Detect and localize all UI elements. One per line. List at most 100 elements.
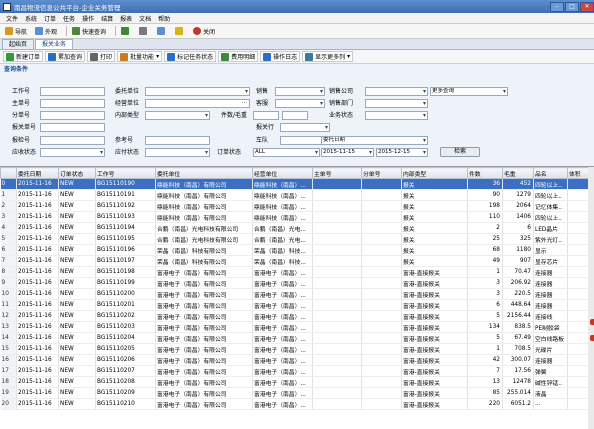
menu-help[interactable]: 帮助: [158, 14, 170, 23]
column-header[interactable]: 委托日期: [16, 167, 59, 179]
table-cell: 67.49: [502, 332, 534, 344]
column-header[interactable]: 委托单位: [155, 167, 253, 179]
show-more-columns-button[interactable]: 显示更多列 ▾: [302, 51, 354, 62]
mark-task-status-button[interactable]: 标记任务状态: [164, 51, 217, 62]
table-row[interactable]: 8 2015-11-16 NEW BG15110198 富港电子（南昌）有限公司 富港电子…: [0, 266, 594, 278]
sub-no-input[interactable]: [40, 111, 105, 120]
menu-settlement[interactable]: 结算: [101, 14, 113, 23]
close-button[interactable]: 关闭: [191, 25, 217, 37]
table-row[interactable]: 4 2015-11-16 NEW BG15110194 合鹏（南昌）光电科技有限公司 合鹏…: [0, 222, 594, 234]
paste-icon: [175, 27, 184, 35]
window-close-icon[interactable]: ✕: [580, 1, 594, 12]
link-tool-button[interactable]: [119, 25, 133, 37]
maximize-icon[interactable]: □: [565, 1, 579, 12]
inspection-no-input[interactable]: [40, 136, 105, 145]
table-cell: NEW: [58, 398, 96, 410]
menu-system[interactable]: 系统: [25, 14, 37, 23]
payable-status-select[interactable]: [145, 148, 210, 157]
customs-line-select[interactable]: [280, 123, 330, 132]
table-row[interactable]: 10 2015-11-16 NEW BG15110200 富港电子（南昌）有限公司 富港电…: [0, 288, 594, 300]
menu-report[interactable]: 报表: [120, 14, 132, 23]
print-button[interactable]: 打印: [87, 51, 116, 62]
internal-type-select[interactable]: [145, 111, 210, 120]
receivable-status-select[interactable]: [40, 148, 105, 157]
table-row[interactable]: 16 2015-11-16 NEW BG15110206 富港电子（南昌）有限公司 富港电…: [0, 354, 594, 366]
customer-service-select[interactable]: [275, 99, 325, 108]
table-row[interactable]: 15 2015-11-16 NEW BG15110205 富港电子（南昌）有限公司 富港电…: [0, 343, 594, 355]
order-status-select[interactable]: ALL: [253, 148, 320, 157]
copy-tool-button[interactable]: [155, 25, 169, 37]
table-row[interactable]: 6 2015-11-16 NEW BG15110196 荣晶（南昌）科技有限公司 荣晶（南…: [0, 244, 594, 256]
menu-document[interactable]: 文档: [139, 14, 151, 23]
column-header[interactable]: 内部类型: [401, 167, 468, 179]
column-header[interactable]: 分单号: [361, 167, 402, 179]
column-header[interactable]: [0, 167, 17, 179]
sales-dept-select[interactable]: [365, 99, 428, 108]
column-header[interactable]: 件数: [467, 167, 503, 179]
table-row[interactable]: 9 2015-11-16 NEW BG15110199 富港电子（南昌）有限公司 富港电子…: [0, 277, 594, 289]
column-header[interactable]: 经营单位: [252, 167, 313, 179]
table-row[interactable]: 1 2015-11-16 NEW BG15110191 鼎能科技（南昌）有限公司 鼎能科技…: [0, 189, 594, 201]
table-row[interactable]: 13 2015-11-16 NEW BG15110203 富港电子（南昌）有限公司 富港电…: [0, 321, 594, 333]
table-row[interactable]: 3 2015-11-16 NEW BG15110193 鼎能科技（南昌）有限公司 鼎能科技…: [0, 211, 594, 223]
appearance-button[interactable]: 外观: [33, 25, 59, 37]
operation-log-button[interactable]: 操作日志: [260, 51, 301, 62]
table-row[interactable]: 20 2015-11-16 NEW BG15110210 富港电子（南昌）有限公司 富港电…: [0, 398, 594, 410]
batch-function-button[interactable]: 批量功能 ▾: [117, 51, 163, 62]
tab-start-page[interactable]: 起始页: [2, 39, 35, 49]
paste-tool-button[interactable]: [173, 25, 187, 37]
table-cell: 报关: [401, 178, 468, 190]
column-header[interactable]: 品名: [533, 167, 568, 179]
menu-task[interactable]: 任务: [63, 14, 75, 23]
operator-unit-input[interactable]: ···: [145, 99, 250, 108]
table-row[interactable]: 17 2015-11-16 NEW BG15110207 富港电子（南昌）有限公司 富港电…: [0, 365, 594, 377]
date-from-picker[interactable]: 2015-11-15: [321, 148, 374, 157]
fee-detail-button[interactable]: 费用明细: [218, 51, 259, 62]
date-to-picker[interactable]: 2015-12-15: [376, 148, 428, 157]
table-cell: [361, 321, 402, 333]
minimize-icon[interactable]: –: [550, 1, 564, 12]
customs-no-input[interactable]: [40, 123, 105, 132]
column-header[interactable]: 订单状态: [58, 167, 96, 179]
table-row[interactable]: 14 2015-11-16 NEW BG15110204 富港电子（南昌）有限公司 富港电…: [0, 332, 594, 344]
table-row[interactable]: 2 2015-11-16 NEW BG15110192 鼎能科技（南昌）有限公司 鼎能科技…: [0, 200, 594, 212]
column-header[interactable]: 工作号: [95, 167, 156, 179]
table-cell: 富港电子（南昌）...: [252, 277, 313, 289]
work-no-input[interactable]: [40, 87, 105, 96]
table-row[interactable]: 11 2015-11-16 NEW BG15110201 富港电子（南昌）有限公司 富港电…: [0, 299, 594, 311]
pieces-input[interactable]: [253, 111, 279, 120]
navigate-button[interactable]: 导航: [3, 25, 29, 37]
column-header[interactable]: 毛重: [502, 167, 534, 179]
business-status-select[interactable]: [365, 111, 428, 120]
menu-order[interactable]: 订单: [44, 14, 56, 23]
menu-operation[interactable]: 操作: [82, 14, 94, 23]
sales-label: 销售: [256, 88, 269, 95]
table-cell: 5: [467, 332, 503, 344]
column-header[interactable]: 主单号: [312, 167, 362, 179]
vertical-scrollbar[interactable]: [588, 167, 594, 429]
ref-no-input[interactable]: [145, 136, 210, 145]
more-query-select[interactable]: 更多查询: [430, 87, 508, 96]
table-row[interactable]: 0 2015-11-16 NEW BG15110190 鼎能科技（南昌）有限公司 鼎能科技…: [0, 178, 594, 190]
quick-search-button[interactable]: 快速查询: [70, 25, 108, 37]
menu-file[interactable]: 文件: [6, 14, 18, 23]
sales-select[interactable]: [275, 87, 325, 96]
table-row[interactable]: 19 2015-11-16 NEW BG15110209 富港电子（南昌）有限公司 富港电…: [0, 387, 594, 399]
weight-input[interactable]: [282, 111, 308, 120]
cut-tool-button[interactable]: [137, 25, 151, 37]
date-type-select[interactable]: 委托日期: [321, 136, 428, 145]
search-button[interactable]: 检索: [440, 147, 480, 157]
client-select[interactable]: [145, 87, 250, 96]
new-order-button[interactable]: 新建订单: [3, 51, 44, 62]
sales-company-select[interactable]: [365, 87, 428, 96]
main-no-input[interactable]: [40, 99, 105, 108]
table-row[interactable]: 18 2015-11-16 NEW BG15110208 富港电子（南昌）有限公司 富港电…: [0, 376, 594, 388]
table-row[interactable]: 12 2015-11-16 NEW BG15110202 富港电子（南昌）有限公司 富港电…: [0, 310, 594, 322]
table-cell: 合鹏（南昌）光电科技有限公司: [155, 233, 253, 245]
table-row[interactable]: 7 2015-11-16 NEW BG15110197 荣晶（南昌）科技有限公司 荣晶（南…: [0, 255, 594, 267]
table-row[interactable]: 5 2015-11-16 NEW BG15110195 合鹏（南昌）光电科技有限公司 合鹏…: [0, 233, 594, 245]
table-cell: [312, 255, 362, 267]
tab-customs-business[interactable]: 报关业务: [35, 39, 74, 49]
table-cell: NEW: [58, 211, 96, 223]
cumulative-query-button[interactable]: 累加查询: [45, 51, 86, 62]
